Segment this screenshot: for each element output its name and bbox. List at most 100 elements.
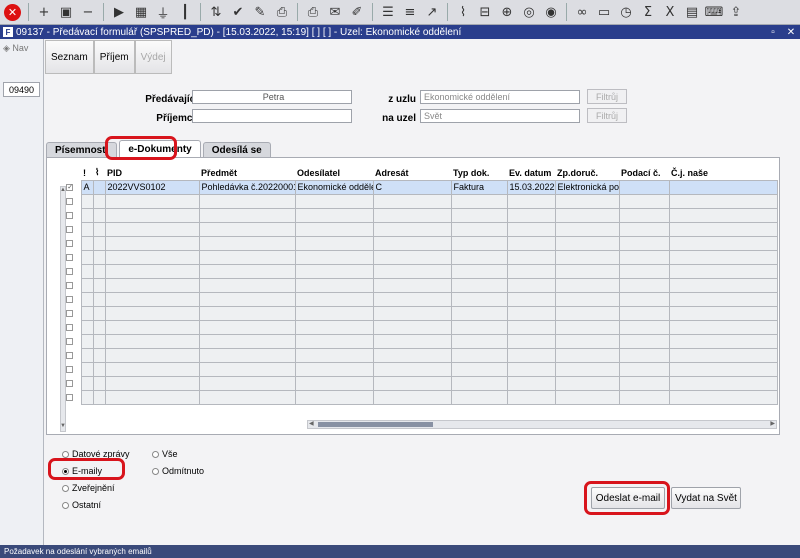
cell-datum[interactable] [506, 389, 556, 405]
scroll-left-icon[interactable]: ◀ [309, 420, 314, 427]
table-vertical-scrollbar[interactable]: ▲ ▼ [60, 186, 66, 432]
cell-datum[interactable] [506, 277, 556, 293]
odeslat-email-button[interactable]: Odeslat e-mail [591, 487, 665, 509]
table-row[interactable] [57, 277, 778, 293]
option-odmitnuto[interactable]: Odmítnuto [152, 466, 204, 476]
cell-doruceni[interactable] [554, 361, 620, 377]
table-horizontal-scrollbar[interactable]: ◀ ▶ [307, 420, 777, 429]
export-icon[interactable]: ⇪ [726, 2, 746, 22]
cell-doruceni[interactable] [554, 333, 620, 349]
cell-odesilatel[interactable] [294, 193, 374, 209]
cell-typ[interactable] [450, 221, 508, 237]
clock-icon[interactable]: ◷ [616, 2, 636, 22]
keyboard-icon[interactable]: ⌨ [704, 2, 724, 22]
stats-icon[interactable]: ┃ [175, 2, 195, 22]
checkbox-icon[interactable] [66, 379, 74, 387]
vydej-button[interactable]: Výdej [134, 40, 172, 74]
cell-flag[interactable] [80, 207, 94, 223]
cell-podaci[interactable] [618, 333, 670, 349]
table-row[interactable] [57, 193, 778, 209]
cell-attach[interactable] [92, 361, 106, 377]
eye-icon[interactable]: ◉ [541, 2, 561, 22]
table-row[interactable] [57, 389, 778, 405]
cell-attach[interactable] [92, 389, 106, 405]
cell-podaci[interactable] [618, 389, 670, 405]
close-window-icon[interactable]: ✕ [782, 27, 800, 38]
cell-flag[interactable] [80, 221, 94, 237]
checkbox-icon[interactable] [66, 337, 74, 345]
cell-predmet[interactable] [198, 207, 296, 223]
cell-predmet[interactable] [198, 277, 296, 293]
col-header-odesilatel[interactable]: Odesílatel [295, 166, 373, 180]
cell-doruceni[interactable] [554, 221, 620, 237]
cell-adresat[interactable] [372, 333, 452, 349]
cell-adresat[interactable] [372, 221, 452, 237]
cell-datum[interactable] [506, 263, 556, 279]
cell-odesilatel[interactable] [294, 375, 374, 391]
cell-odesilatel[interactable] [294, 249, 374, 265]
cell-flag[interactable] [80, 263, 94, 279]
cell-podaci[interactable] [618, 193, 670, 209]
cell-flag[interactable] [80, 235, 94, 251]
close-icon[interactable]: ✕ [4, 3, 21, 21]
cell-cj[interactable] [668, 193, 778, 209]
checkbox-icon[interactable] [66, 239, 74, 247]
cell-odesilatel[interactable] [294, 389, 374, 405]
seznam-button[interactable]: Seznam [45, 40, 94, 74]
cell-doruceni[interactable] [554, 193, 620, 209]
cell-typ[interactable] [450, 263, 508, 279]
cell-typ[interactable] [450, 249, 508, 265]
cell-cj[interactable] [668, 333, 778, 349]
cell-odesilatel[interactable] [294, 333, 374, 349]
cell-pid[interactable] [104, 249, 200, 265]
cell-attach[interactable] [92, 221, 106, 237]
scroll-right-icon[interactable]: ▶ [770, 420, 775, 427]
cell-cj[interactable] [668, 389, 778, 405]
checkbox-icon[interactable] [66, 197, 74, 205]
cell-doruceni[interactable] [554, 389, 620, 405]
cell-datum[interactable] [506, 333, 556, 349]
cell-typ[interactable] [450, 319, 508, 335]
cell-pid[interactable] [104, 291, 200, 307]
checkbox-icon[interactable] [66, 365, 74, 373]
predavajici-field[interactable]: Petra [192, 90, 352, 104]
cell-datum[interactable] [506, 319, 556, 335]
cell-flag[interactable] [80, 389, 94, 405]
cell-attach[interactable] [92, 263, 106, 279]
sort-icon[interactable]: ⇅ [206, 2, 226, 22]
cell-datum[interactable] [506, 305, 556, 321]
globe-icon[interactable]: ⊕ [497, 2, 517, 22]
cell-adresat[interactable] [372, 305, 452, 321]
col-header-predmet[interactable]: Předmět [199, 166, 295, 180]
table-row[interactable] [57, 291, 778, 307]
cell-attach[interactable] [92, 207, 106, 223]
cell-adresat[interactable] [372, 347, 452, 363]
cell-doruceni[interactable] [554, 277, 620, 293]
option-vse[interactable]: Vše [152, 449, 178, 459]
cell-typ[interactable] [450, 375, 508, 391]
cell-podaci[interactable] [618, 347, 670, 363]
list-icon[interactable]: ☰ [378, 2, 398, 22]
cell-flag[interactable] [80, 347, 94, 363]
checkbox-icon[interactable] [66, 267, 74, 275]
cell-pid[interactable] [104, 263, 200, 279]
cell-flag[interactable] [80, 375, 94, 391]
cell-predmet[interactable] [198, 235, 296, 251]
tab-e-dokumenty[interactable]: e-Dokumenty [119, 140, 201, 158]
radio-emaily[interactable] [62, 467, 69, 475]
table-row[interactable] [57, 375, 778, 391]
record-number[interactable]: 09490 [3, 82, 40, 97]
cell-typ[interactable] [450, 291, 508, 307]
glasses-icon[interactable]: ∞ [572, 2, 592, 22]
window-icon[interactable]: ▭ [594, 2, 614, 22]
cell-typ[interactable] [450, 193, 508, 209]
cell-attach[interactable] [92, 277, 106, 293]
cell-odesilatel[interactable] [294, 277, 374, 293]
cell-podaci[interactable] [618, 249, 670, 265]
cell-predmet[interactable] [198, 361, 296, 377]
cell-adresat[interactable]: C [372, 179, 452, 195]
cell-typ[interactable] [450, 277, 508, 293]
cell-flag[interactable] [80, 361, 94, 377]
cell-odesilatel[interactable] [294, 319, 374, 335]
cell-flag[interactable] [80, 305, 94, 321]
